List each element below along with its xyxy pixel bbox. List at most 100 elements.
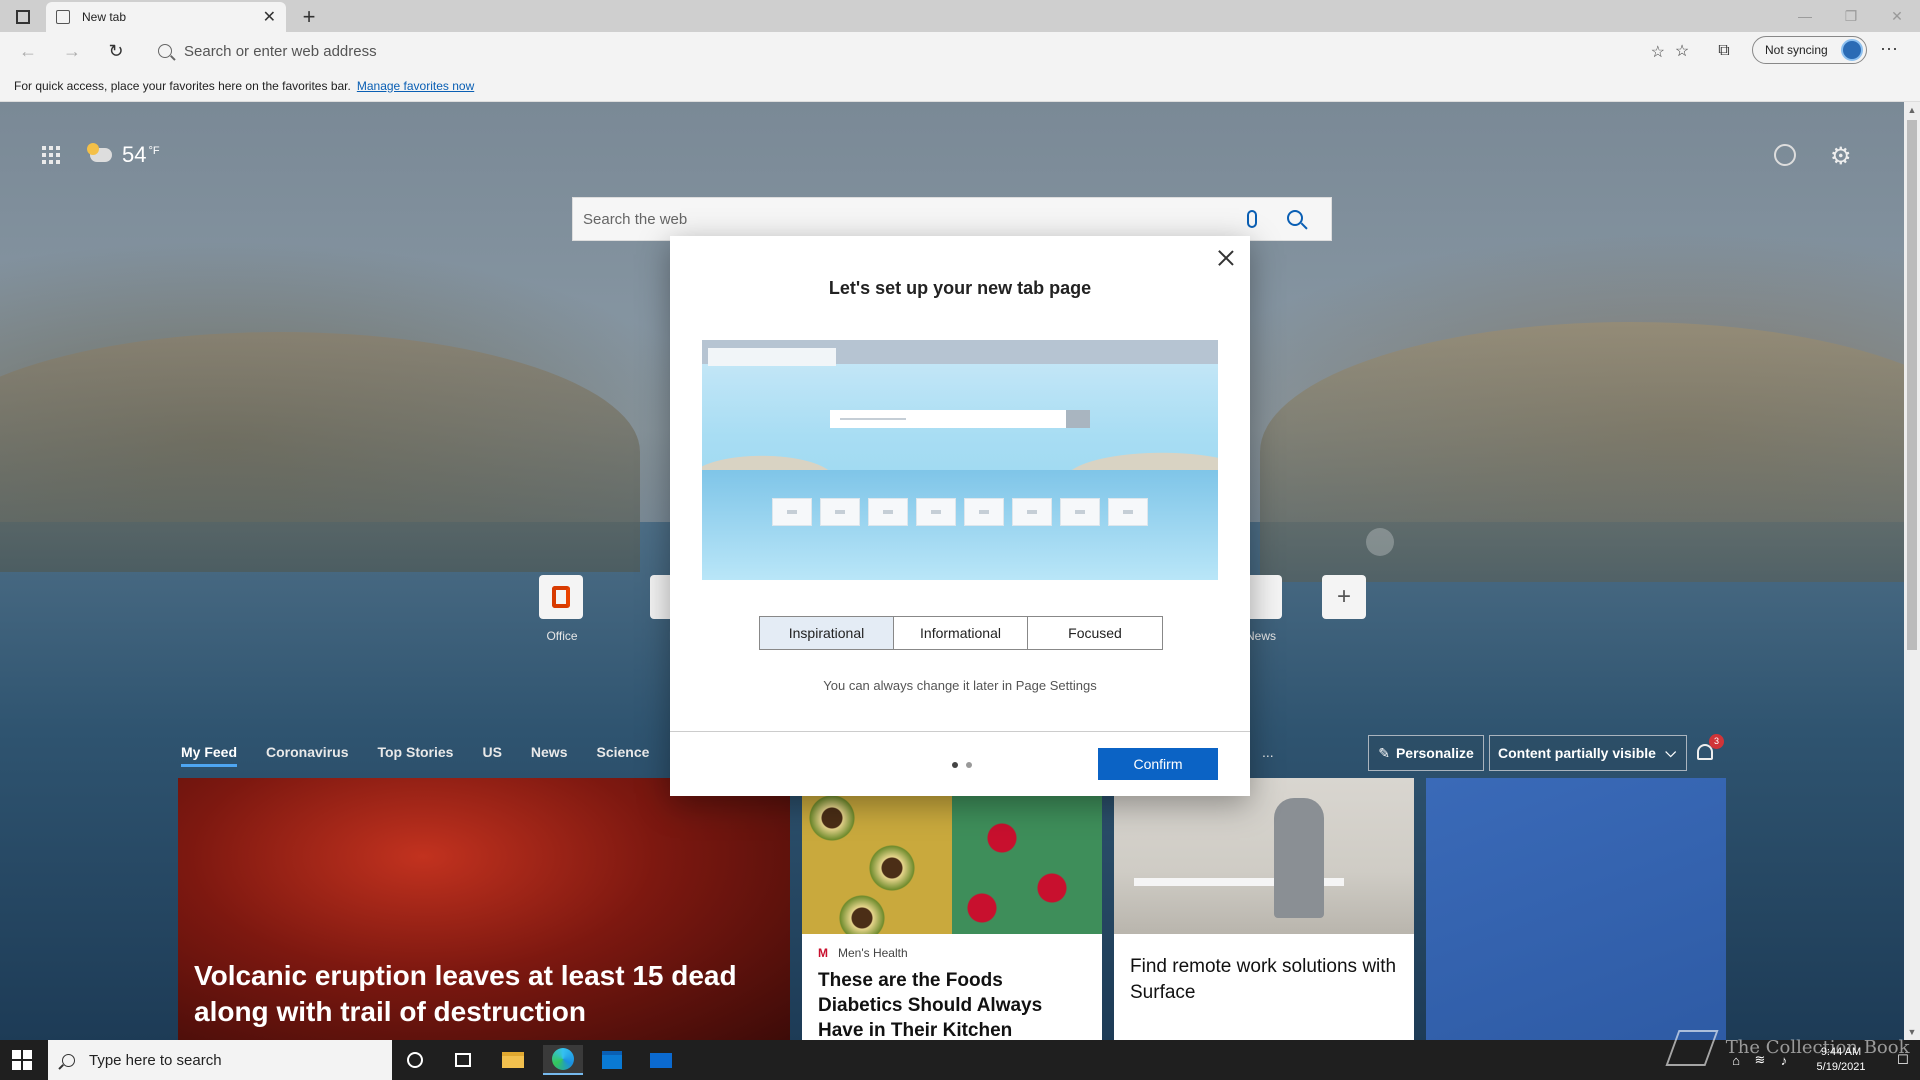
dialog-divider	[670, 731, 1250, 732]
favorites-icon[interactable]: ☆	[1670, 40, 1694, 62]
search-icon	[158, 44, 172, 58]
tab-bar: New tab ✕ + — ❐ ✕	[0, 0, 1920, 32]
notification-badge: 3	[1709, 734, 1724, 749]
content-visibility-label: Content partially visible	[1498, 745, 1656, 761]
windows-start-icon[interactable]	[12, 1050, 32, 1070]
quick-link-tile	[539, 575, 583, 619]
refresh-icon: ↻	[108, 40, 124, 61]
dialog-hint: You can always change it later in Page S…	[823, 678, 1097, 693]
preview-search	[830, 410, 1090, 428]
tab-actions-icon	[16, 10, 30, 24]
profile-sync-button[interactable]: Not syncing	[1752, 36, 1867, 64]
preview-tiles	[772, 498, 1148, 526]
layout-preview-image	[702, 340, 1218, 580]
rewards-icon[interactable]	[1774, 144, 1796, 166]
close-tab-icon[interactable]: ✕	[263, 7, 276, 27]
manage-favorites-link[interactable]: Manage favorites now	[357, 79, 474, 93]
card-image	[1114, 778, 1414, 934]
minimize-icon[interactable]: —	[1782, 0, 1828, 32]
address-placeholder: Search or enter web address	[184, 42, 377, 60]
app-launcher-icon[interactable]	[42, 146, 60, 164]
microphone-icon[interactable]	[1247, 210, 1257, 228]
refresh-button[interactable]: ↻	[104, 40, 128, 62]
favbar-text: For quick access, place your favorites h…	[14, 78, 351, 93]
background-hill-right	[1260, 322, 1904, 582]
add-quick-link-button[interactable]: +	[1322, 575, 1368, 619]
tab-news[interactable]: News	[531, 744, 568, 767]
scrollbar-thumb[interactable]	[1907, 120, 1917, 650]
tab-my-feed[interactable]: My Feed	[181, 744, 238, 767]
card-headline: These are the Foods Diabetics Should Alw…	[818, 970, 1043, 1040]
tab-new-tab[interactable]: New tab ✕	[46, 2, 286, 32]
watermark-text: The Collection Book	[1725, 1037, 1910, 1058]
feed-more-icon[interactable]: ...	[1262, 744, 1274, 760]
address-bar[interactable]: Search or enter web address ☆	[148, 36, 1675, 66]
close-icon[interactable]	[1216, 248, 1236, 268]
scroll-up-icon[interactable]	[1366, 528, 1394, 556]
favorites-bar: For quick access, place your favorites h…	[0, 70, 1920, 102]
news-card-volcano[interactable]: Volcanic eruption leaves at least 15 dea…	[178, 778, 790, 1040]
tab-actions-button[interactable]	[8, 6, 38, 28]
cortana-icon	[407, 1052, 423, 1068]
file-explorer-button[interactable]	[493, 1045, 533, 1075]
tab-coronavirus[interactable]: Coronavirus	[266, 744, 348, 767]
edge-button[interactable]	[543, 1045, 583, 1075]
page-indicator	[952, 762, 972, 768]
gear-icon[interactable]: ⚙	[1830, 142, 1852, 171]
mail-button[interactable]	[641, 1045, 681, 1075]
cortana-button[interactable]	[395, 1045, 435, 1075]
weather-temp: 54	[122, 142, 147, 167]
tab-science[interactable]: Science	[596, 744, 649, 767]
news-card-foods[interactable]: M Men's Health These are the Foods Diabe…	[802, 778, 1102, 1040]
mens-health-logo-icon: M	[818, 946, 828, 960]
weather-widget[interactable]: 54 °F	[87, 142, 160, 168]
taskbar-search-placeholder: Type here to search	[89, 1051, 222, 1069]
news-card-surface[interactable]: Find remote work solutions with Surface	[1114, 778, 1414, 1040]
add-favorite-icon[interactable]: ☆	[1651, 42, 1665, 62]
back-button[interactable]: ←	[16, 40, 40, 62]
quick-link-office[interactable]: Office	[539, 575, 585, 643]
tab-top-stories[interactable]: Top Stories	[377, 744, 453, 767]
ad-card[interactable]	[1426, 778, 1726, 1040]
window-controls: — ❐ ✕	[1782, 0, 1920, 32]
store-button[interactable]	[592, 1045, 632, 1075]
task-view-button[interactable]	[443, 1045, 483, 1075]
weather-unit: °F	[148, 145, 160, 157]
page-scrollbar[interactable]: ▲ ▼	[1904, 102, 1920, 1040]
layout-option-focused[interactable]: Focused	[1028, 617, 1162, 649]
confirm-button[interactable]: Confirm	[1098, 748, 1218, 780]
back-arrow-icon: ←	[19, 40, 37, 61]
notifications-button[interactable]: 3	[1697, 734, 1724, 762]
tab-us[interactable]: US	[482, 744, 501, 767]
search-icon	[62, 1053, 75, 1067]
task-view-icon	[455, 1053, 471, 1067]
edge-icon	[552, 1048, 574, 1070]
taskbar-search[interactable]: Type here to search	[48, 1040, 392, 1080]
collections-icon[interactable]: ⧉	[1712, 40, 1736, 62]
pencil-icon: ✎	[1378, 744, 1390, 761]
chevron-down-icon: ⌵	[1665, 744, 1676, 760]
card-source: M Men's Health	[818, 946, 1102, 960]
layout-option-inspirational[interactable]: Inspirational	[760, 617, 894, 649]
more-menu-icon[interactable]: ···	[1880, 38, 1898, 59]
sync-label: Not syncing	[1765, 43, 1828, 57]
restore-icon[interactable]: ❐	[1828, 0, 1874, 32]
close-window-icon[interactable]: ✕	[1874, 0, 1920, 32]
tab-title: New tab	[82, 10, 127, 24]
store-icon	[602, 1051, 622, 1069]
personalize-button[interactable]: ✎ Personalize	[1368, 735, 1484, 771]
browser-toolbar: ← → ↻ Search or enter web address ☆ ☆ ⧉ …	[0, 32, 1920, 70]
new-tab-button[interactable]: +	[296, 4, 322, 30]
person-shape	[1274, 798, 1324, 918]
layout-option-informational[interactable]: Informational	[894, 617, 1028, 649]
preview-tab	[708, 348, 836, 366]
dialog-title: Let's set up your new tab page	[828, 278, 1092, 298]
card-image	[802, 778, 1102, 934]
forward-arrow-icon: →	[63, 40, 81, 61]
forward-button[interactable]: →	[60, 40, 84, 62]
web-search-placeholder: Search the web	[583, 210, 688, 228]
web-search-box[interactable]: Search the web	[572, 197, 1332, 241]
scroll-up-arrow-icon[interactable]: ▲	[1904, 102, 1920, 118]
search-icon[interactable]	[1287, 210, 1303, 226]
content-visibility-dropdown[interactable]: Content partially visible ⌵	[1489, 735, 1687, 771]
